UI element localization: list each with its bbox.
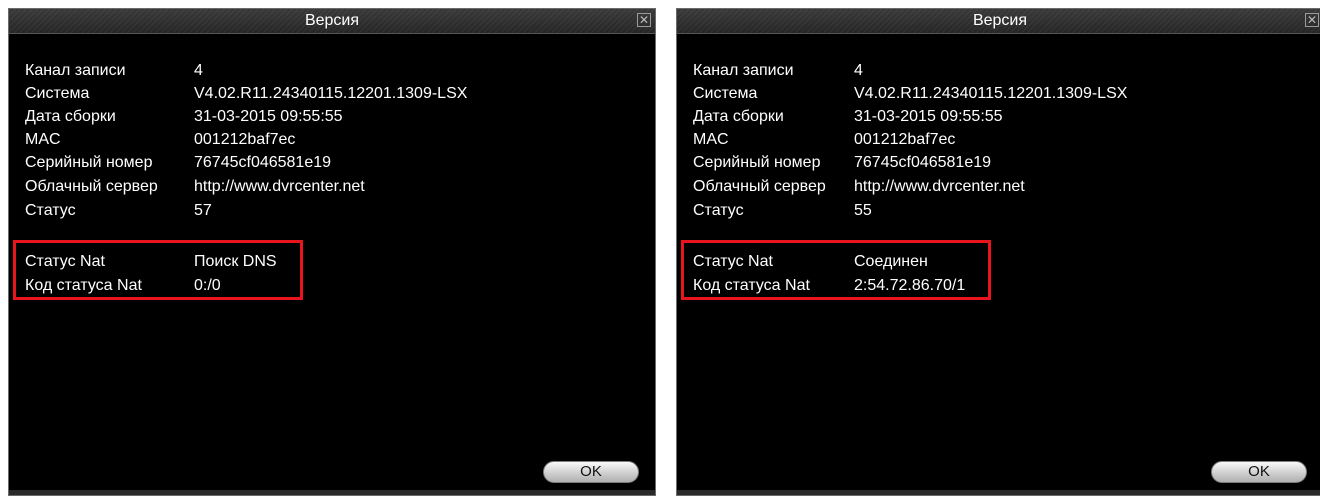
version-dialog-left: Версия ✕ Канал записи 4 Система V4.02.R1… xyxy=(8,8,656,496)
value-serial-number: 76745cf046581e19 xyxy=(854,154,992,171)
info-list: Канал записи 4 Система V4.02.R11.2434011… xyxy=(9,9,655,495)
value-record-channel: 4 xyxy=(854,62,863,79)
version-dialog-right: Версия ✕ Канал записи 4 Система V4.02.R1… xyxy=(676,8,1320,496)
value-record-channel: 4 xyxy=(194,62,203,79)
label-status: Статус xyxy=(25,202,76,219)
value-serial-number: 76745cf046581e19 xyxy=(194,154,332,171)
label-nat-status-code: Код статуса Nat xyxy=(693,277,810,294)
label-nat-status: Статус Nat xyxy=(693,253,773,270)
value-nat-status-code: 2:54.72.86.70/1 xyxy=(854,277,966,294)
label-system: Система xyxy=(693,85,758,102)
label-nat-status-code: Код статуса Nat xyxy=(25,277,142,294)
bottom-strip xyxy=(9,490,655,495)
label-build-date: Дата сборки xyxy=(693,108,784,125)
label-serial-number: Серийный номер xyxy=(25,154,153,171)
label-serial-number: Серийный номер xyxy=(693,154,821,171)
label-record-channel: Канал записи xyxy=(693,62,794,79)
value-system: V4.02.R11.24340115.12201.1309-LSX xyxy=(194,85,468,102)
value-mac: 001212baf7ec xyxy=(854,131,956,148)
label-cloud-server: Облачный сервер xyxy=(25,178,158,195)
bottom-strip xyxy=(677,490,1320,495)
label-system: Система xyxy=(25,85,90,102)
value-nat-status: Соединен xyxy=(854,253,928,270)
ok-button[interactable]: OK xyxy=(543,461,639,483)
value-status: 55 xyxy=(854,202,872,219)
value-status: 57 xyxy=(194,202,212,219)
value-system: V4.02.R11.24340115.12201.1309-LSX xyxy=(854,85,1128,102)
label-build-date: Дата сборки xyxy=(25,108,116,125)
value-mac: 001212baf7ec xyxy=(194,131,296,148)
value-build-date: 31-03-2015 09:55:55 xyxy=(854,108,1003,125)
value-nat-status-code: 0:/0 xyxy=(194,277,221,294)
info-list: Канал записи 4 Система V4.02.R11.2434011… xyxy=(677,9,1320,495)
label-mac: MAC xyxy=(25,131,61,148)
value-build-date: 31-03-2015 09:55:55 xyxy=(194,108,343,125)
label-nat-status: Статус Nat xyxy=(25,253,105,270)
value-cloud-server: http://www.dvrcenter.net xyxy=(854,178,1025,195)
value-cloud-server: http://www.dvrcenter.net xyxy=(194,178,365,195)
label-mac: MAC xyxy=(693,131,729,148)
label-status: Статус xyxy=(693,202,744,219)
label-record-channel: Канал записи xyxy=(25,62,126,79)
ok-button[interactable]: OK xyxy=(1211,461,1307,483)
value-nat-status: Поиск DNS xyxy=(194,253,277,270)
label-cloud-server: Облачный сервер xyxy=(693,178,826,195)
